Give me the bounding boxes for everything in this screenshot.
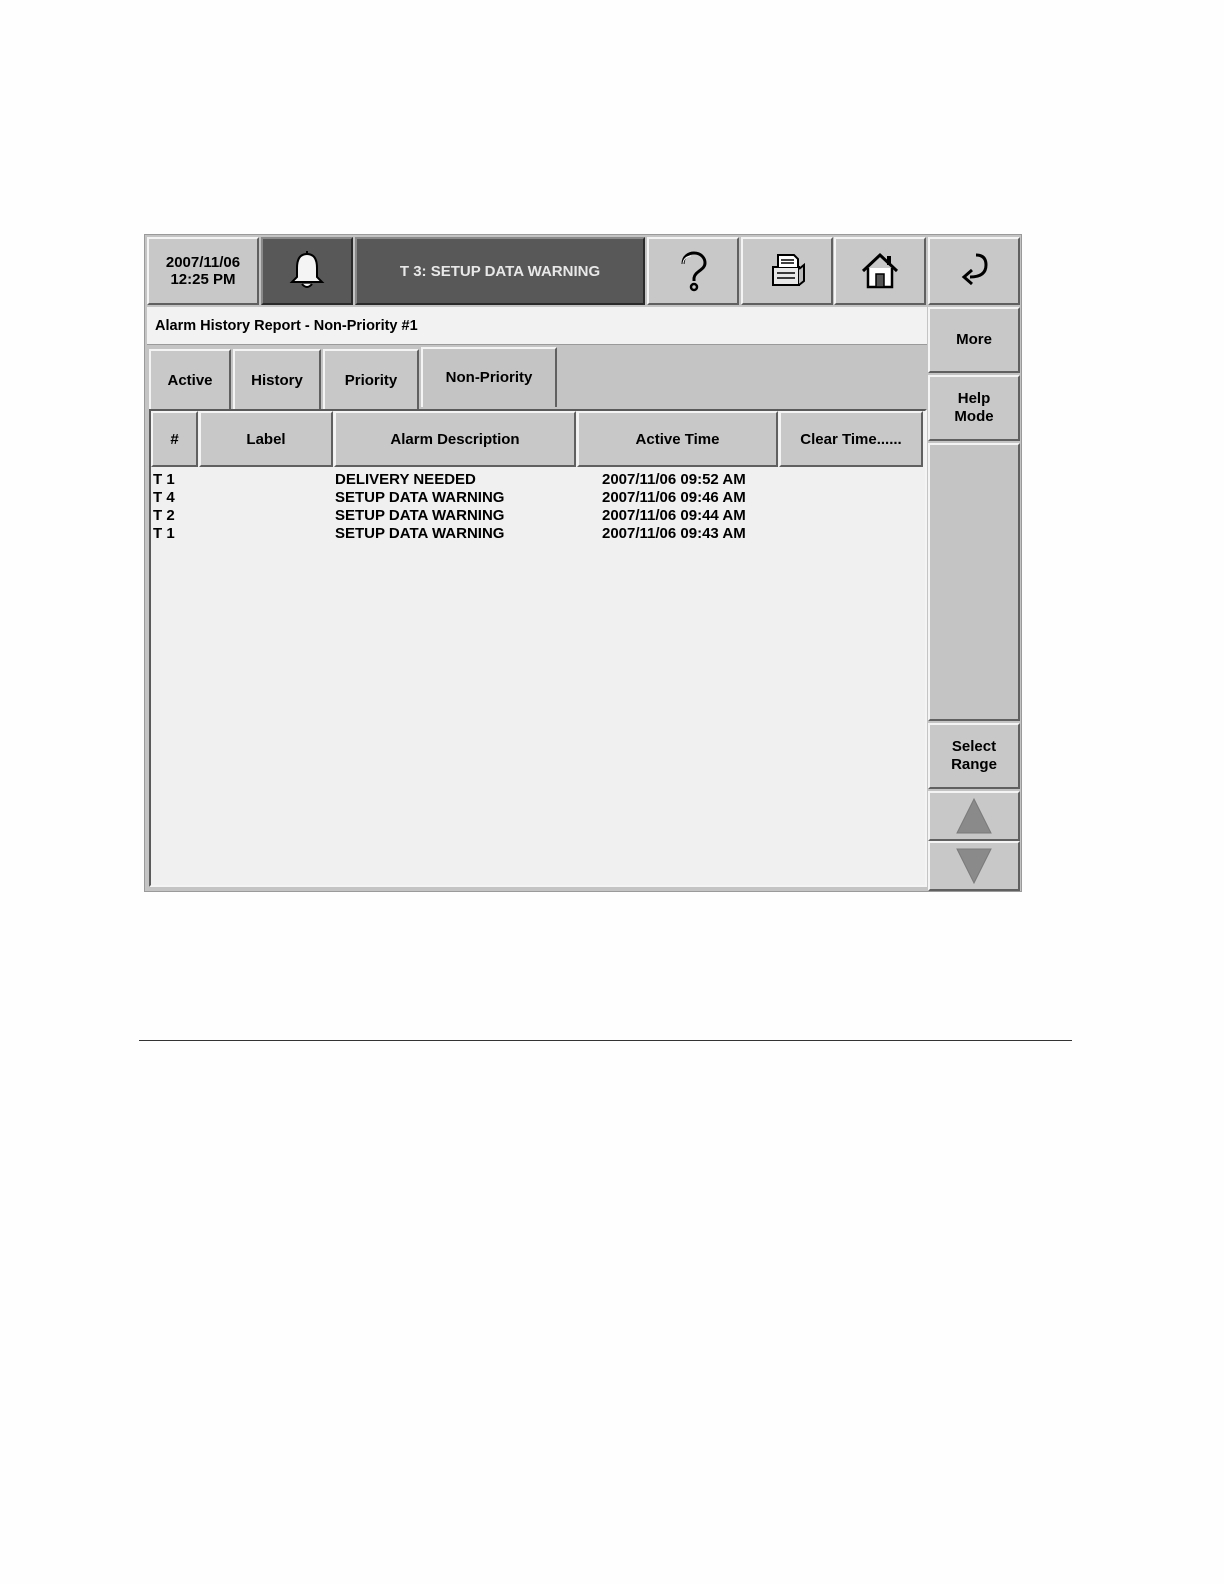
tab-active[interactable]: Active (149, 349, 231, 409)
row-active-time: 2007/11/06 09:44 AM (602, 507, 746, 524)
help-button[interactable] (647, 237, 739, 305)
scroll-down-button[interactable] (928, 841, 1020, 891)
select-range-label-line2: Range (951, 756, 997, 773)
row-number: T 1 (153, 471, 175, 488)
time-text: 12:25 PM (170, 271, 236, 288)
column-header-clear-time[interactable]: Clear Time...... (779, 411, 923, 467)
table-row[interactable]: T 4 SETUP DATA WARNING 2007/11/06 09:46 … (151, 489, 923, 507)
bell-icon (289, 251, 325, 288)
row-description: SETUP DATA WARNING (335, 489, 505, 506)
help-mode-button[interactable]: Help Mode (928, 375, 1020, 441)
table-row[interactable]: T 1 DELIVERY NEEDED 2007/11/06 09:52 AM (151, 471, 923, 489)
status-message: T 3: SETUP DATA WARNING (355, 237, 645, 305)
row-number: T 4 (153, 489, 175, 506)
back-button[interactable] (928, 237, 1020, 305)
tab-history[interactable]: History (233, 349, 321, 409)
page-divider (139, 1040, 1072, 1041)
alarm-history-screen: 2007/11/06 12:25 PM T 3: SETUP DATA WARN… (144, 234, 1022, 892)
row-active-time: 2007/11/06 09:46 AM (602, 489, 746, 506)
column-header-label[interactable]: Label (199, 411, 333, 467)
printer-icon (772, 254, 805, 286)
alarm-bell-button[interactable] (261, 237, 353, 305)
triangle-up-icon (956, 797, 992, 834)
help-icon (681, 251, 707, 292)
row-active-time: 2007/11/06 09:52 AM (602, 471, 746, 488)
report-title: Alarm History Report - Non-Priority #1 (147, 307, 927, 345)
tab-label: Active (167, 371, 213, 389)
print-button[interactable] (741, 237, 833, 305)
column-header-number[interactable]: # (151, 411, 198, 467)
tab-label: Priority (344, 371, 398, 389)
date-text: 2007/11/06 (165, 254, 241, 271)
more-label: More (956, 331, 992, 348)
select-range-button[interactable]: Select Range (928, 723, 1020, 789)
sidebar-empty-slot (928, 443, 1020, 721)
help-mode-label-line2: Mode (954, 408, 994, 425)
table-row[interactable]: T 2 SETUP DATA WARNING 2007/11/06 09:44 … (151, 507, 923, 525)
scroll-up-button[interactable] (928, 791, 1020, 841)
select-range-label-line1: Select (951, 738, 997, 755)
status-message-text: T 3: SETUP DATA WARNING (399, 262, 601, 280)
back-arrow-icon (961, 253, 988, 286)
tab-non-priority[interactable]: Non-Priority (421, 347, 557, 407)
alarm-table: # Label Alarm Description Active Time Cl… (149, 409, 927, 887)
row-number: T 2 (153, 507, 175, 524)
table-row[interactable]: T 1 SETUP DATA WARNING 2007/11/06 09:43 … (151, 525, 923, 543)
more-button[interactable]: More (928, 307, 1020, 373)
column-header-alarm-description[interactable]: Alarm Description (334, 411, 576, 467)
home-icon (861, 252, 899, 289)
tab-priority[interactable]: Priority (323, 349, 419, 409)
home-button[interactable] (834, 237, 926, 305)
tab-label: Non-Priority (445, 369, 533, 386)
row-number: T 1 (153, 525, 175, 542)
column-header-active-time[interactable]: Active Time (577, 411, 778, 467)
row-description: SETUP DATA WARNING (335, 525, 505, 542)
triangle-down-icon (956, 848, 992, 885)
row-active-time: 2007/11/06 09:43 AM (602, 525, 746, 542)
row-description: SETUP DATA WARNING (335, 507, 505, 524)
row-description: DELIVERY NEEDED (335, 471, 476, 488)
date-time-display: 2007/11/06 12:25 PM (147, 237, 259, 305)
tab-label: History (251, 371, 303, 389)
help-mode-label-line1: Help (957, 390, 991, 407)
